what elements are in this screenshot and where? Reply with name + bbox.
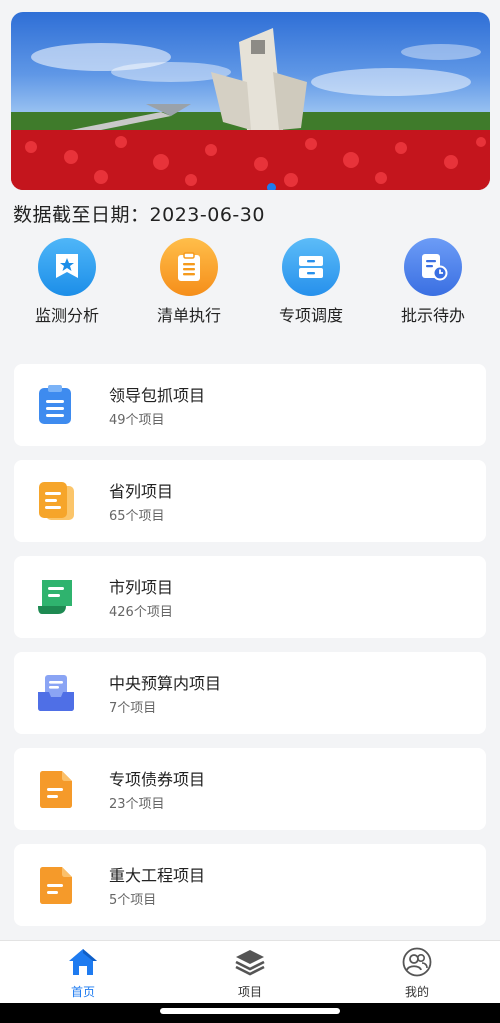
banner-image xyxy=(11,28,490,190)
quick-action-label: 监测分析 xyxy=(34,306,99,325)
document-icon xyxy=(36,384,76,426)
tray-document-icon xyxy=(36,672,76,714)
bottom-tab-bar: 首页 项目 我的 xyxy=(0,940,500,1004)
user-group-icon xyxy=(402,947,432,977)
project-card-provincial[interactable]: 省列项目 65个项目 xyxy=(14,460,486,542)
tab-label: 项目 xyxy=(237,985,262,999)
stacked-document-icon xyxy=(36,480,76,522)
project-card-count: 5个项目 xyxy=(109,893,157,908)
project-card-title: 中央预算内项目 xyxy=(109,674,222,693)
quick-action-checklist[interactable]: 清单执行 xyxy=(134,238,244,326)
tab-label: 首页 xyxy=(70,985,95,999)
drawer-icon xyxy=(282,238,340,296)
project-card-title: 专项债券项目 xyxy=(109,770,206,789)
layers-icon xyxy=(235,950,265,976)
project-card-municipal[interactable]: 市列项目 426个项目 xyxy=(14,556,486,638)
project-card-title: 市列项目 xyxy=(109,578,174,597)
project-card-count: 7个项目 xyxy=(109,701,157,716)
date-value: 2023-06-30 xyxy=(149,204,265,226)
date-label: 数据截至日期： xyxy=(13,204,150,226)
project-card-count: 426个项目 xyxy=(109,605,173,620)
carousel-indicator-dot[interactable] xyxy=(267,183,276,190)
document-clock-icon xyxy=(404,238,462,296)
tab-mine[interactable]: 我的 xyxy=(377,947,457,1000)
tab-home[interactable]: 首页 xyxy=(43,947,123,1000)
scroll-icon xyxy=(36,576,76,618)
home-icon xyxy=(69,949,97,975)
star-badge-icon xyxy=(38,238,96,296)
project-card-count: 23个项目 xyxy=(109,797,165,812)
quick-action-label: 批示待办 xyxy=(400,306,465,325)
banner-carousel[interactable] xyxy=(11,12,490,190)
quick-action-scheduling[interactable]: 专项调度 xyxy=(256,238,366,326)
project-card-title: 省列项目 xyxy=(109,482,174,501)
folded-document-icon xyxy=(36,864,76,906)
project-card-leader[interactable]: 领导包抓项目 49个项目 xyxy=(14,364,486,446)
quick-action-monitoring[interactable]: 监测分析 xyxy=(12,238,122,326)
tab-label: 我的 xyxy=(404,985,429,999)
project-card-count: 49个项目 xyxy=(109,413,165,428)
project-card-special-bond[interactable]: 专项债券项目 23个项目 xyxy=(14,748,486,830)
folded-document-icon xyxy=(36,768,76,810)
clipboard-icon xyxy=(160,238,218,296)
project-card-count: 65个项目 xyxy=(109,509,165,524)
quick-action-label: 专项调度 xyxy=(278,306,343,325)
tab-projects[interactable]: 项目 xyxy=(210,947,290,1000)
data-cutoff-date: 数据截至日期：2023-06-30 xyxy=(13,200,265,227)
quick-action-label: 清单执行 xyxy=(156,306,221,325)
home-indicator[interactable] xyxy=(160,1008,340,1014)
project-card-title: 重大工程项目 xyxy=(109,866,206,885)
quick-action-pending[interactable]: 批示待办 xyxy=(378,238,488,326)
project-card-title: 领导包抓项目 xyxy=(109,386,206,405)
project-card-central-budget[interactable]: 中央预算内项目 7个项目 xyxy=(14,652,486,734)
project-card-major-engineering[interactable]: 重大工程项目 5个项目 xyxy=(14,844,486,926)
